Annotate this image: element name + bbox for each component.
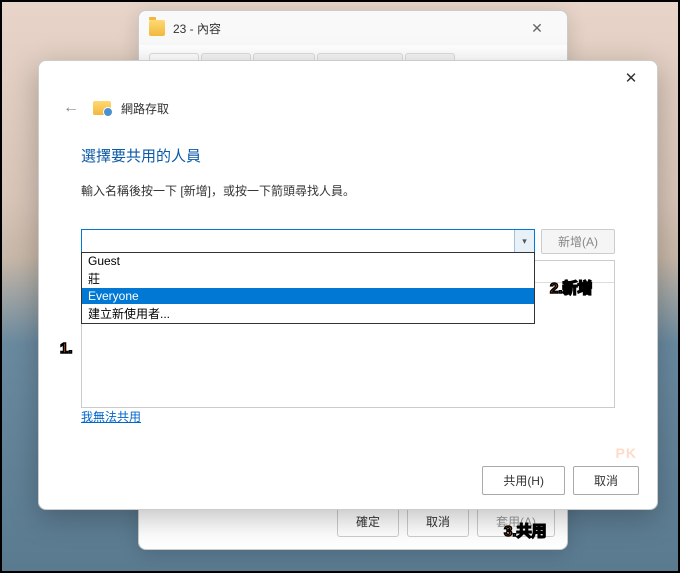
network-share-icon	[93, 101, 111, 115]
properties-titlebar: 23 - 內容 ✕	[139, 11, 567, 45]
folder-icon	[149, 20, 165, 36]
share-heading: 選擇要共用的人員	[81, 145, 615, 166]
share-breadcrumb: 網路存取	[121, 100, 169, 117]
share-titlebar: ✕	[39, 61, 657, 95]
cancel-button[interactable]: 取消	[573, 466, 639, 495]
share-footer: 共用(H) 取消	[482, 466, 639, 495]
dropdown-item-zhuang[interactable]: 莊	[82, 269, 534, 288]
properties-title: 23 - 內容	[173, 20, 517, 37]
share-header: ← 網路存取	[39, 95, 657, 127]
watermark: PK	[616, 445, 637, 461]
cant-share-link[interactable]: 我無法共用	[81, 410, 141, 424]
combo-row: ▾ Guest 莊 Everyone 建立新使用者... 新增(A)	[81, 229, 615, 254]
close-icon[interactable]: ✕	[611, 64, 651, 92]
properties-buttons: 確定 取消 套用(A)	[337, 506, 555, 537]
network-share-dialog: ✕ ← 網路存取 選擇要共用的人員 輸入名稱後按一下 [新增]，或按一下箭頭尋找…	[38, 60, 658, 510]
apply-button[interactable]: 套用(A)	[477, 506, 555, 537]
cancel-button[interactable]: 取消	[407, 506, 469, 537]
dropdown-item-guest[interactable]: Guest	[82, 253, 534, 269]
user-dropdown: Guest 莊 Everyone 建立新使用者...	[81, 252, 535, 324]
dropdown-item-everyone[interactable]: Everyone	[82, 288, 534, 304]
share-instruction: 輸入名稱後按一下 [新增]，或按一下箭頭尋找人員。	[81, 182, 615, 199]
back-arrow-icon[interactable]: ←	[59, 95, 83, 121]
close-icon[interactable]: ✕	[517, 14, 557, 42]
user-input[interactable]	[81, 229, 535, 253]
dropdown-item-create-user[interactable]: 建立新使用者...	[82, 304, 534, 323]
share-button[interactable]: 共用(H)	[482, 466, 565, 495]
share-body: 選擇要共用的人員 輸入名稱後按一下 [新增]，或按一下箭頭尋找人員。 ▾ Gue…	[39, 127, 657, 435]
chevron-down-icon[interactable]: ▾	[514, 230, 534, 252]
user-combo: ▾ Guest 莊 Everyone 建立新使用者...	[81, 229, 535, 254]
add-button[interactable]: 新增(A)	[541, 229, 615, 254]
ok-button[interactable]: 確定	[337, 506, 399, 537]
